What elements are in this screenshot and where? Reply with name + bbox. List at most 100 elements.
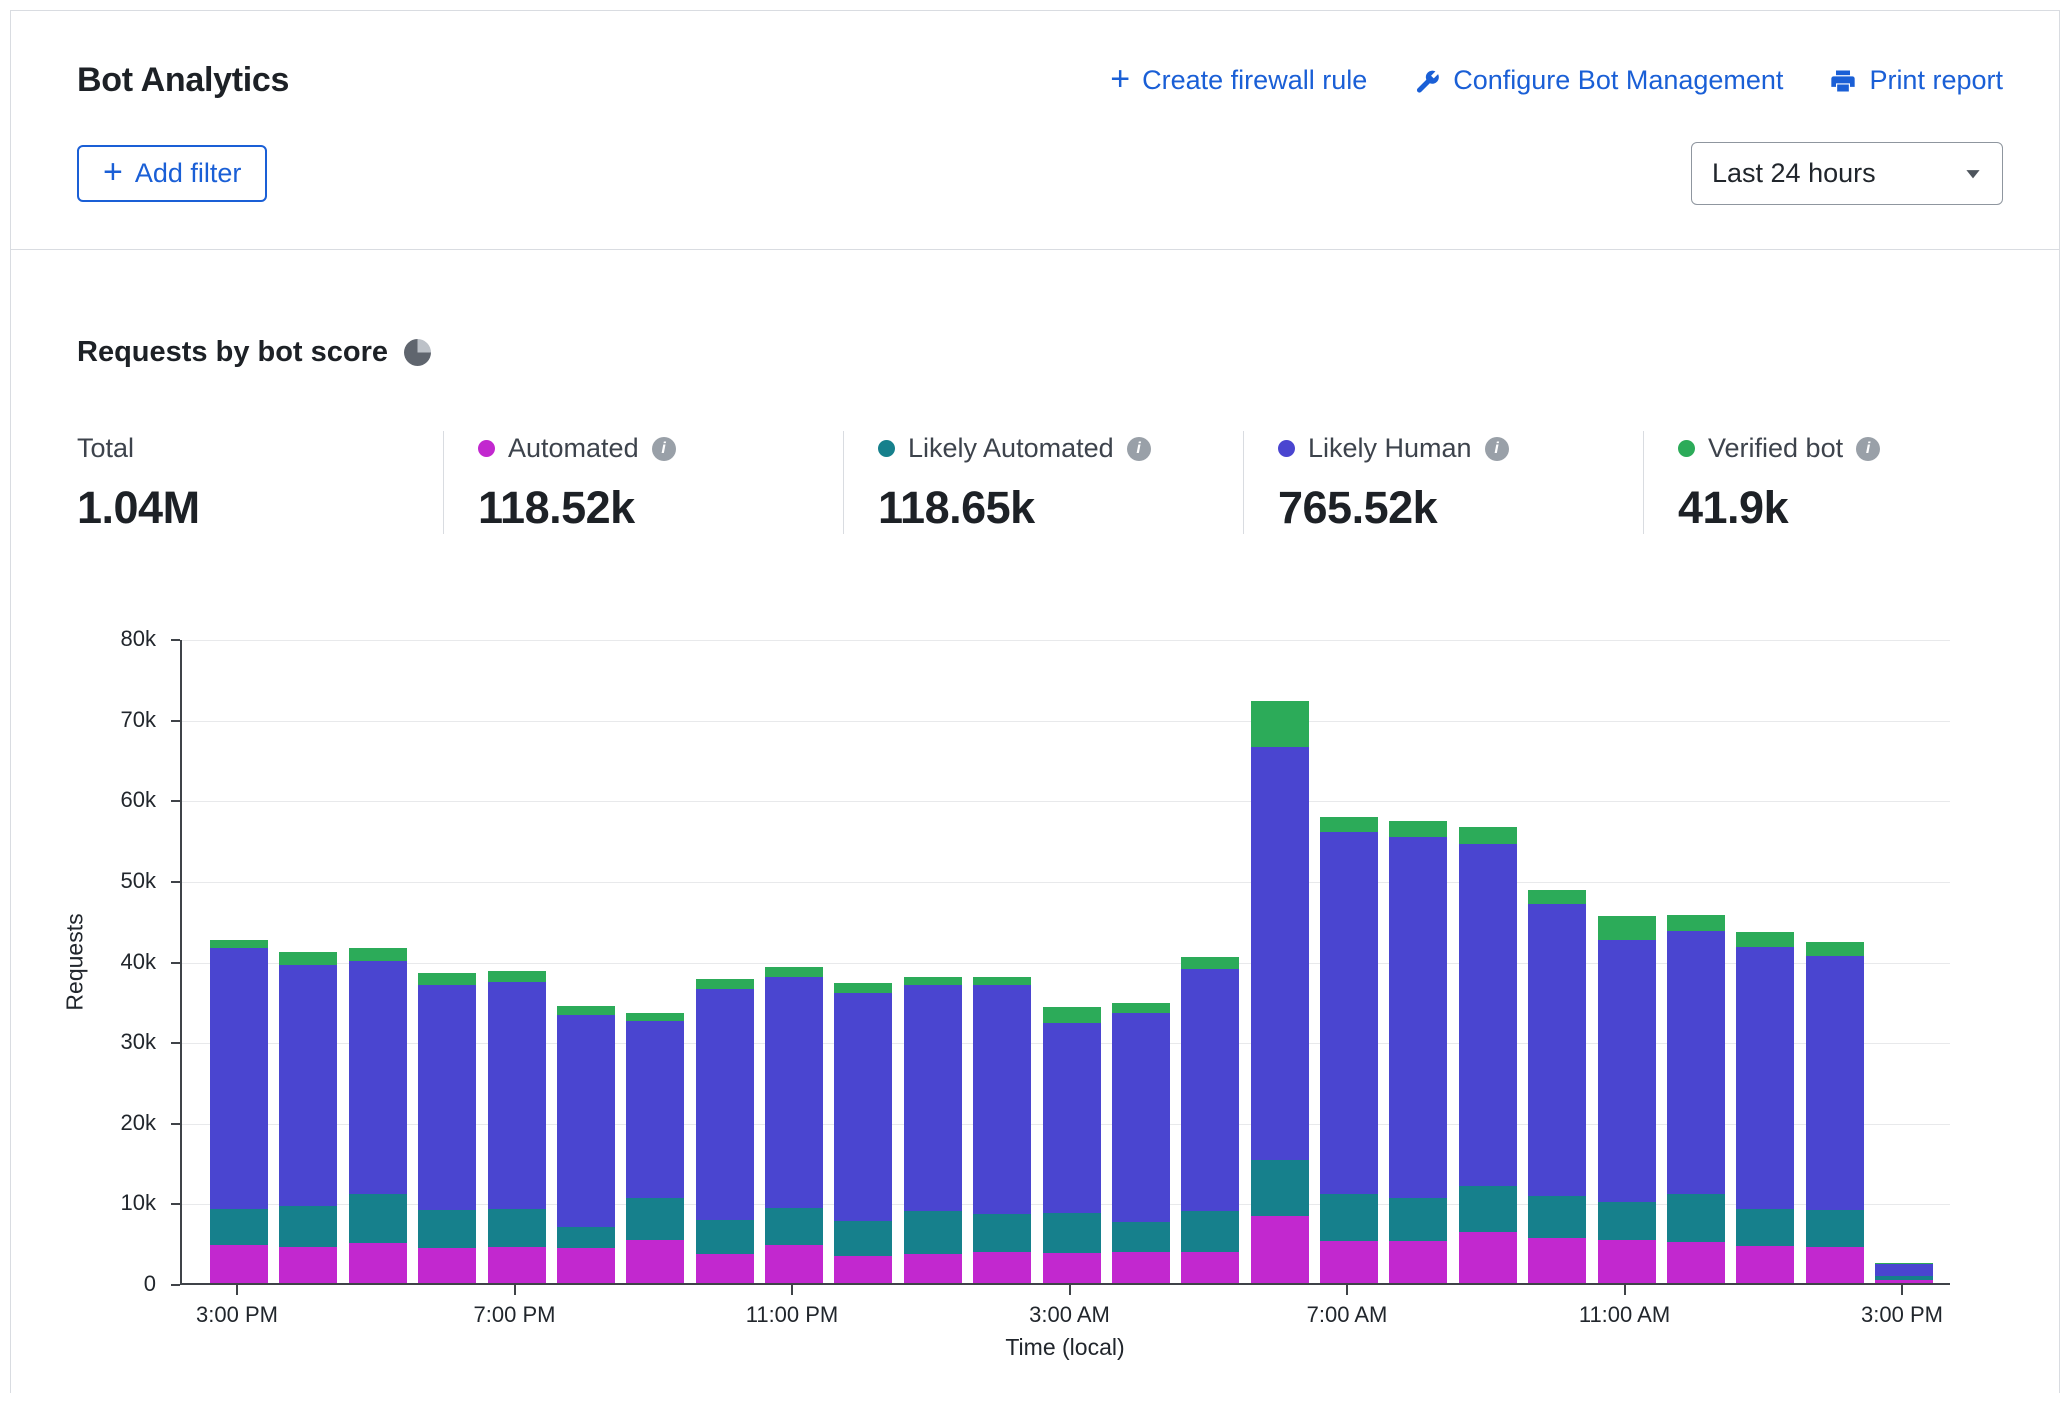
bar-segment: [1806, 956, 1864, 1210]
bar[interactable]: [765, 967, 823, 1283]
gridline: [182, 882, 1950, 883]
y-tick-label: 20k: [11, 1110, 156, 1136]
y-tick-label: 30k: [11, 1029, 156, 1055]
bar-segment: [1528, 1238, 1586, 1283]
bar[interactable]: [1320, 817, 1378, 1283]
bar[interactable]: [210, 940, 268, 1283]
bar[interactable]: [1389, 821, 1447, 1283]
bar[interactable]: [349, 948, 407, 1283]
bar[interactable]: [1875, 1263, 1933, 1283]
info-icon[interactable]: i: [1856, 437, 1880, 461]
bar[interactable]: [626, 1013, 684, 1283]
info-icon[interactable]: i: [1127, 437, 1151, 461]
bar-segment: [626, 1021, 684, 1198]
bar[interactable]: [418, 973, 476, 1283]
y-tick-mark: [171, 1123, 180, 1125]
stat-label: Likely Human: [1308, 433, 1472, 464]
bar-segment: [973, 977, 1031, 985]
bar[interactable]: [1806, 942, 1864, 1283]
bar-segment: [1320, 817, 1378, 832]
bar-segment: [1528, 890, 1586, 905]
bar-segment: [1736, 947, 1794, 1209]
bar[interactable]: [1112, 1003, 1170, 1283]
bar-segment: [1112, 1222, 1170, 1252]
info-icon[interactable]: i: [1485, 437, 1509, 461]
x-tick-label: 11:00 PM: [746, 1302, 839, 1328]
bar[interactable]: [1043, 1007, 1101, 1283]
bar-segment: [1181, 969, 1239, 1211]
bar-segment: [1459, 1186, 1517, 1232]
plus-icon: +: [103, 155, 123, 189]
bar-segment: [488, 982, 546, 1209]
x-tick-label: 7:00 AM: [1307, 1302, 1388, 1328]
y-tick-label: 40k: [11, 949, 156, 975]
bar-segment: [1459, 827, 1517, 843]
bar-segment: [279, 1247, 337, 1283]
panel-header: Bot Analytics + Create firewall rule Con…: [11, 11, 2059, 250]
bar-segment: [1389, 1241, 1447, 1283]
bar-segment: [1806, 1210, 1864, 1246]
x-tick-mark: [1901, 1285, 1903, 1295]
x-tick-label: 3:00 AM: [1029, 1302, 1110, 1328]
bar-segment: [488, 971, 546, 982]
bar-segment: [765, 977, 823, 1208]
section-title: Requests by bot score: [77, 336, 388, 369]
bar-segment: [904, 1211, 962, 1255]
bar[interactable]: [1528, 890, 1586, 1283]
bot-analytics-panel: Bot Analytics + Create firewall rule Con…: [10, 10, 2060, 1393]
create-firewall-rule-link[interactable]: + Create firewall rule: [1110, 65, 1367, 96]
header-actions: + Create firewall rule Configure Bot Man…: [1110, 65, 2003, 96]
x-tick-label: 11:00 AM: [1579, 1302, 1670, 1328]
bar[interactable]: [279, 952, 337, 1283]
time-range-select[interactable]: Last 24 hours: [1691, 142, 2003, 205]
time-range-value: Last 24 hours: [1712, 158, 1876, 189]
bar-segment: [1875, 1280, 1933, 1283]
bar[interactable]: [696, 979, 754, 1283]
bar-segment: [418, 985, 476, 1211]
add-filter-button[interactable]: + Add filter: [77, 145, 267, 202]
add-filter-label: Add filter: [135, 158, 242, 189]
bar-segment: [1043, 1213, 1101, 1253]
configure-bot-management-link[interactable]: Configure Bot Management: [1413, 65, 1783, 96]
bar-segment: [1598, 940, 1656, 1202]
x-tick-mark: [1346, 1285, 1348, 1295]
bar-segment: [418, 1210, 476, 1248]
bar-segment: [210, 940, 268, 948]
bar-segment: [1736, 1246, 1794, 1283]
bar-segment: [834, 1256, 892, 1283]
bar[interactable]: [973, 977, 1031, 1283]
bar-segment: [1043, 1023, 1101, 1213]
plot-area: [180, 640, 1950, 1285]
bar[interactable]: [1251, 701, 1309, 1283]
bar-segment: [973, 1214, 1031, 1252]
bar-segment: [834, 1221, 892, 1256]
print-report-link[interactable]: Print report: [1829, 65, 2003, 96]
bar-segment: [1112, 1003, 1170, 1013]
bar[interactable]: [1667, 915, 1725, 1283]
bar-segment: [1598, 916, 1656, 940]
pie-chart-icon: [404, 339, 431, 366]
bar[interactable]: [1598, 916, 1656, 1283]
bar[interactable]: [557, 1006, 615, 1283]
legend-dot: [478, 440, 495, 457]
bar-segment: [279, 952, 337, 964]
bar-segment: [1736, 1209, 1794, 1246]
bar[interactable]: [1459, 827, 1517, 1283]
bar[interactable]: [1181, 957, 1239, 1283]
bar[interactable]: [904, 977, 962, 1283]
x-tick-mark: [514, 1285, 516, 1295]
bar-segment: [210, 1245, 268, 1283]
bar[interactable]: [1736, 932, 1794, 1283]
bar-segment: [1251, 747, 1309, 1160]
bar[interactable]: [834, 983, 892, 1283]
page-title: Bot Analytics: [77, 61, 289, 100]
plus-icon: +: [1110, 62, 1130, 96]
y-tick-mark: [171, 1042, 180, 1044]
bar-segment: [1389, 837, 1447, 1198]
info-icon[interactable]: i: [652, 437, 676, 461]
stat-value: 41.9k: [1678, 482, 2003, 534]
stat-label: Likely Automated: [908, 433, 1114, 464]
bar-segment: [1112, 1013, 1170, 1222]
bar[interactable]: [488, 971, 546, 1283]
bar-segment: [1251, 1216, 1309, 1283]
